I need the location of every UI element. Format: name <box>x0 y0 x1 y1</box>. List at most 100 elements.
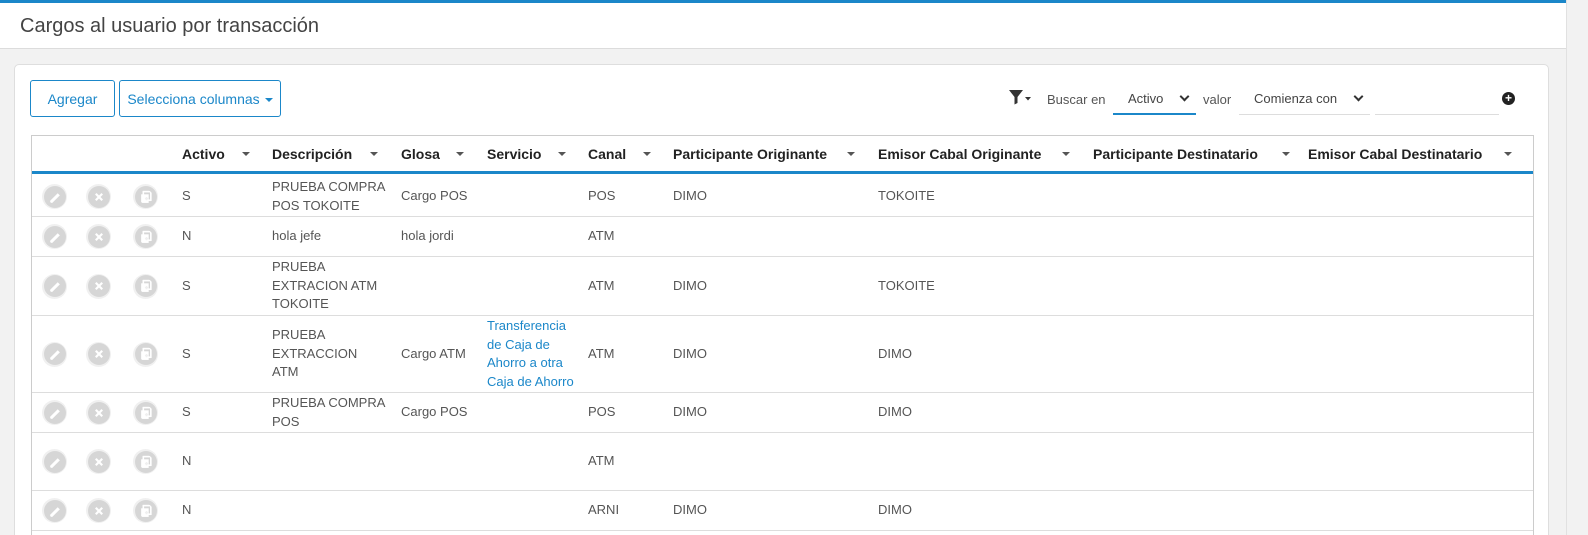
column-header-participante-originante[interactable]: Participante Originante <box>673 146 827 162</box>
cell-participante-originante: DIMO <box>673 177 707 216</box>
delete-row-button[interactable] <box>86 498 111 523</box>
sort-caret-icon[interactable] <box>456 152 464 156</box>
table-row[interactable]: S PRUEBA EXTRACION ATM TOKOITE ATM DIMO TOKOIT… <box>32 257 1533 316</box>
cell-text: N <box>182 502 192 518</box>
search-field-select[interactable]: Activo <box>1113 83 1196 115</box>
cell-text: N <box>182 453 192 469</box>
copy-row-button[interactable] <box>133 449 158 474</box>
cell-text-line: Transferencia <box>487 318 566 333</box>
edit-row-button[interactable] <box>42 224 67 249</box>
operator-select[interactable]: Comienza con <box>1239 83 1370 115</box>
cell-participante-originante: DIMO <box>673 491 707 530</box>
cell-descripcion: PRUEBA COMPRA POS <box>272 393 385 432</box>
select-columns-button[interactable]: Selecciona columnas <box>119 80 281 117</box>
cell-text-line: hola jefe <box>272 228 322 244</box>
column-header-activo[interactable]: Activo <box>182 146 225 162</box>
cell-text-line: PRUEBA COMPRA <box>272 179 386 194</box>
copy-icon <box>134 225 157 248</box>
cell-text: DIMO <box>673 404 707 420</box>
cell-servicio[interactable]: Transferencia de Caja de Ahorro a otra Caja… <box>487 316 574 392</box>
cell-descripcion: PRUEBA EXTRACION ATM TOKOITE <box>272 257 377 315</box>
edit-row-button[interactable] <box>42 341 67 367</box>
copy-icon <box>134 450 157 473</box>
copy-row-button[interactable] <box>133 273 158 299</box>
column-header-canal[interactable]: Canal <box>588 146 626 162</box>
table-row[interactable]: S PRUEBA COMPRA POS Cargo POS POS DIMO DIMO <box>32 393 1533 433</box>
search-in-label: Buscar en <box>1047 92 1106 107</box>
delete-row-button[interactable] <box>86 273 111 299</box>
caret-down-icon <box>264 97 273 102</box>
cell-text: DIMO <box>673 502 707 518</box>
cell-text: N <box>182 228 192 244</box>
column-header-emisor-cabal-originante[interactable]: Emisor Cabal Originante <box>878 146 1041 162</box>
cell-participante-originante: DIMO <box>673 316 707 392</box>
table-row[interactable]: N ARNI DIMO DIMO <box>32 491 1533 531</box>
cell-canal: ATM <box>588 217 614 256</box>
column-header-servicio[interactable]: Servicio <box>487 146 541 162</box>
edit-icon <box>43 275 66 297</box>
column-header-glosa[interactable]: Glosa <box>401 146 440 162</box>
column-header-participante-destinatario[interactable]: Participante Destinatario <box>1093 146 1258 162</box>
column-header-descripcion[interactable]: Descripción <box>272 146 352 162</box>
window-scrollbar[interactable] <box>1566 0 1588 535</box>
filter-icon[interactable] <box>1008 89 1032 105</box>
chevron-down-icon <box>1179 91 1190 102</box>
sort-caret-icon[interactable] <box>1504 152 1512 156</box>
sort-caret-icon[interactable] <box>1062 152 1070 156</box>
add-filter-icon[interactable]: + <box>1502 92 1515 105</box>
page-title: Cargos al usuario por transacción <box>20 15 320 37</box>
delete-icon <box>87 275 110 297</box>
table-row[interactable]: N ATM <box>32 433 1533 491</box>
add-button[interactable]: Agregar <box>30 80 115 117</box>
cell-text: hola jordi <box>401 228 454 244</box>
sort-caret-icon[interactable] <box>1282 152 1290 156</box>
add-button-label: Agregar <box>47 90 98 107</box>
delete-row-button[interactable] <box>86 449 111 474</box>
edit-row-button[interactable] <box>42 498 67 523</box>
delete-icon <box>87 185 110 208</box>
cell-text: DIMO <box>673 188 707 204</box>
delete-icon <box>87 450 110 473</box>
cell-text: DIMO <box>878 345 912 361</box>
cell-text: DIMO <box>673 277 707 293</box>
table-row[interactable]: Nhola jefe hola jordi ATM <box>32 217 1533 257</box>
table-row[interactable]: S PRUEBA EXTRACCION ATM Cargo ATM Transferenc… <box>32 316 1533 393</box>
cell-text: POS <box>588 188 616 204</box>
cell-text-line: Ahorro a otra <box>487 355 563 370</box>
sort-caret-icon[interactable] <box>242 152 250 156</box>
cell-text: Cargo POS <box>401 404 468 420</box>
column-header-emisor-cabal-destinatario[interactable]: Emisor Cabal Destinatario <box>1308 146 1482 162</box>
copy-icon <box>134 185 157 208</box>
cell-text: S <box>182 277 191 293</box>
cell-text: S <box>182 345 191 361</box>
value-label: valor <box>1203 92 1232 107</box>
sort-caret-icon[interactable] <box>558 152 566 156</box>
copy-row-button[interactable] <box>133 224 158 249</box>
edit-row-button[interactable] <box>42 400 67 425</box>
edit-row-button[interactable] <box>42 273 67 299</box>
delete-row-button[interactable] <box>86 341 111 367</box>
table-row[interactable]: S PRUEBA COMPRA POS TOKOITE Cargo POS POS DIM… <box>32 177 1533 217</box>
edit-icon <box>43 499 66 522</box>
cell-descripcion: PRUEBA COMPRA POS TOKOITE <box>272 177 385 216</box>
cell-text: S <box>182 188 191 204</box>
copy-icon <box>134 343 157 365</box>
copy-row-button[interactable] <box>133 400 158 425</box>
cell-emisor-cabal-originante: DIMO <box>878 491 912 530</box>
cell-text-line: PRUEBA <box>272 259 326 275</box>
copy-row-button[interactable] <box>133 341 158 367</box>
copy-row-button[interactable] <box>133 498 158 523</box>
cell-descripcion: hola jefe <box>272 217 321 256</box>
delete-row-button[interactable] <box>86 400 111 425</box>
copy-row-button[interactable] <box>133 184 158 209</box>
cell-canal: POS <box>588 177 615 216</box>
search-value-input[interactable] <box>1375 83 1499 115</box>
cell-activo: N <box>182 491 191 530</box>
sort-caret-icon[interactable] <box>370 152 378 156</box>
delete-row-button[interactable] <box>86 224 111 249</box>
edit-row-button[interactable] <box>42 449 67 474</box>
sort-caret-icon[interactable] <box>847 152 855 156</box>
sort-caret-icon[interactable] <box>643 152 651 156</box>
edit-row-button[interactable] <box>42 184 67 209</box>
delete-row-button[interactable] <box>86 184 111 209</box>
